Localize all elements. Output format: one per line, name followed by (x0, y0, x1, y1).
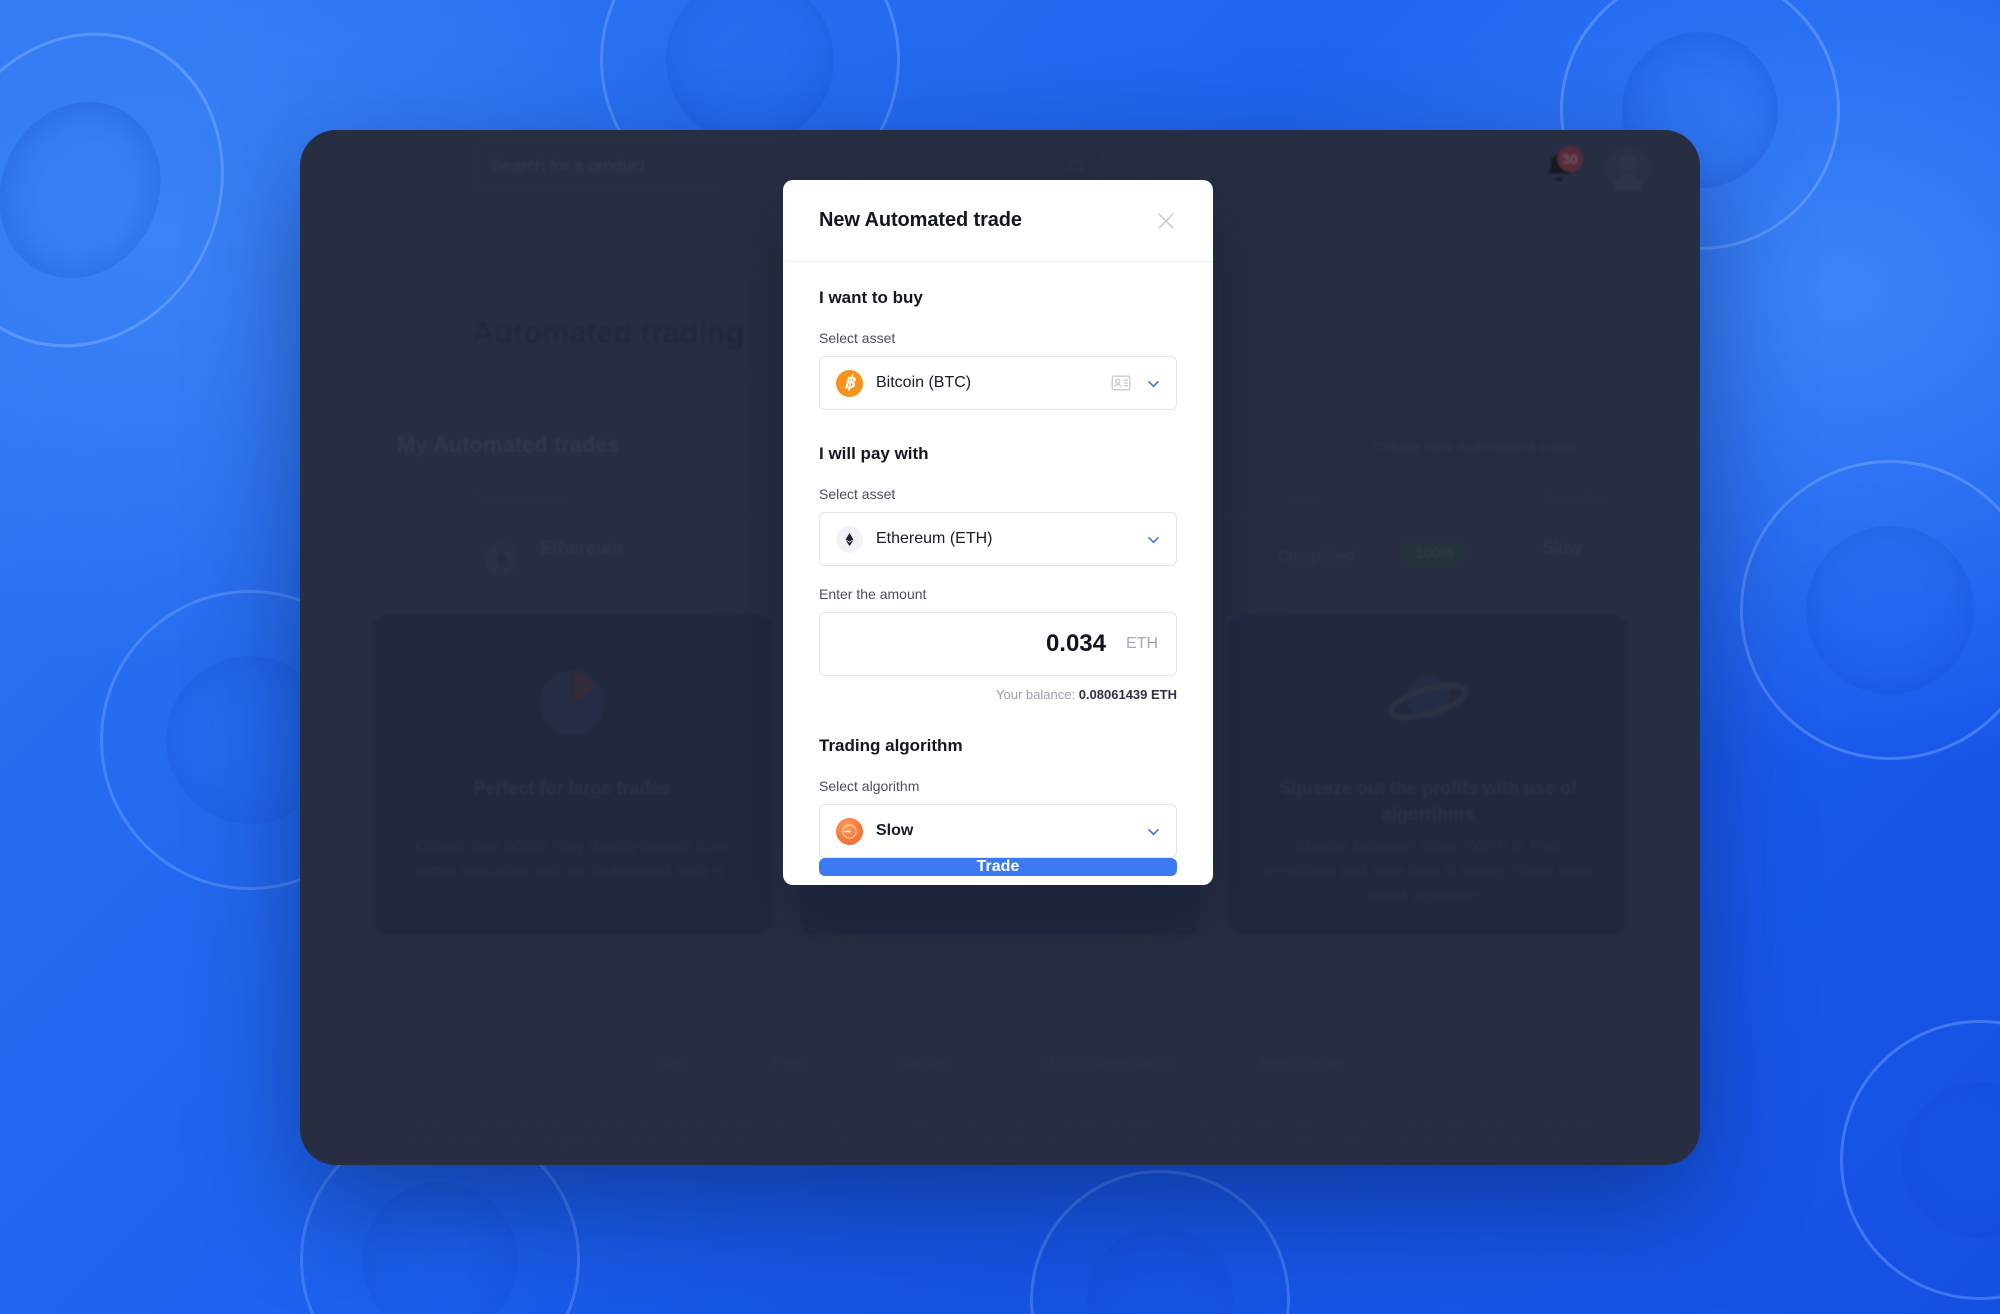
info-card-title: Perfect for large trades (473, 778, 671, 798)
column-header-status: Status (1277, 490, 1320, 507)
dialog-header: New Automated trade (783, 180, 1213, 262)
footer-link-fees[interactable]: Fees (773, 1055, 809, 1073)
avatar[interactable] (1606, 146, 1650, 191)
decor-torus (0, 0, 256, 393)
info-card: Perfect for large trades Orders over 500… (372, 615, 772, 935)
decor-torus (1801, 981, 2000, 1314)
column-header-trade-currency: Trade currency (470, 490, 571, 507)
bitcoin-icon: ฿ (836, 369, 863, 397)
dialog-title: New Automated trade (819, 209, 1022, 231)
algorithm-select[interactable]: Slow (819, 804, 1177, 858)
info-card-body: Orders over 5000€ may directly benefit f… (415, 838, 729, 880)
buy-asset-value: Bitcoin (BTC) (876, 374, 972, 391)
buy-section-heading: I want to buy (819, 288, 923, 307)
column-header-algorithm: Algorithm (1542, 490, 1606, 507)
chevron-down-icon[interactable] (1145, 531, 1162, 548)
info-card: Squeeze out the profits with use of algo… (1228, 615, 1628, 935)
pay-asset-value: Ethereum (ETH) (876, 530, 993, 547)
row-coin-symbol: ETH (540, 563, 570, 580)
balance-value: 0.08061439 ETH (1078, 687, 1177, 702)
algorithm-section-heading: Trading algorithm (819, 736, 963, 755)
chevron-down-icon[interactable] (1145, 375, 1162, 392)
ethereum-icon (836, 525, 863, 553)
search-icon (1070, 158, 1086, 175)
status-badge: 100% (1402, 540, 1467, 567)
decor-torus (1706, 426, 2000, 793)
saturn-icon (1387, 675, 1469, 720)
row-algorithm: Slow (1542, 538, 1582, 558)
pay-asset-select[interactable]: Ethereum (ETH) (819, 512, 1177, 566)
decor-torus (1009, 1149, 1310, 1314)
buy-asset-label: Select asset (819, 330, 896, 346)
trades-card-title: My Automated trades (397, 432, 620, 457)
row-coin-name: Ethereum (540, 538, 624, 558)
notification-badge: 30 (1557, 146, 1583, 172)
amount-value: 0.034 (1045, 630, 1106, 657)
amount-input[interactable]: 0.034 ETH (819, 612, 1177, 676)
footer-legal-text: ICONOMI LTD has been temporarily registe… (396, 1118, 1604, 1165)
pay-asset-label: Select asset (819, 486, 896, 502)
trade-button[interactable]: Trade (819, 858, 1177, 876)
footer-link-statutes[interactable]: Statutes (894, 1055, 953, 1073)
balance-line: Your balance: 0.08061439 ETH (819, 687, 1177, 702)
algorithm-value: Slow (876, 822, 914, 839)
page-title: Automated trading (472, 315, 745, 350)
notifications-button[interactable]: 30 (1543, 146, 1583, 184)
contacts-icon[interactable] (1111, 375, 1131, 391)
row-status: Completed (1277, 548, 1355, 565)
search-placeholder: Search for a product (491, 156, 646, 175)
close-icon[interactable] (1155, 210, 1177, 232)
ethereum-icon (484, 542, 518, 576)
footer-link-api-documentation[interactable]: API documentation (1039, 1055, 1174, 1073)
speedometer-icon (836, 817, 863, 845)
create-automated-trade-button[interactable]: Create new Automated trade (1345, 424, 1604, 470)
buy-asset-select[interactable]: ฿ Bitcoin (BTC) (819, 356, 1177, 410)
footer-links: Blog Fees Statutes API documentation Hel… (300, 1055, 1700, 1073)
new-automated-trade-dialog: New Automated trade I want to buy Select… (783, 180, 1213, 885)
row-date: Jan 22, 2021, 9:43:52 AM (1542, 565, 1618, 616)
algorithm-label: Select algorithm (819, 778, 920, 794)
balance-prefix: Your balance: (996, 687, 1076, 702)
info-card-body: Choose between Slow, TWAP or Fast algori… (1261, 838, 1595, 905)
chevron-down-icon[interactable] (1145, 823, 1162, 840)
pay-section-heading: I will pay with (819, 444, 929, 463)
footer-link-blog[interactable]: Blog (655, 1055, 687, 1073)
dialog-body: I want to buy Select asset ฿ Bitcoin (BT… (783, 262, 1213, 858)
amount-label: Enter the amount (819, 586, 927, 602)
footer-link-help-center[interactable]: Help Center (1260, 1055, 1345, 1073)
amount-unit: ETH (1126, 635, 1158, 652)
pie-chart-icon (539, 670, 605, 735)
info-card-title: Squeeze out the profits with use of algo… (1278, 778, 1577, 825)
